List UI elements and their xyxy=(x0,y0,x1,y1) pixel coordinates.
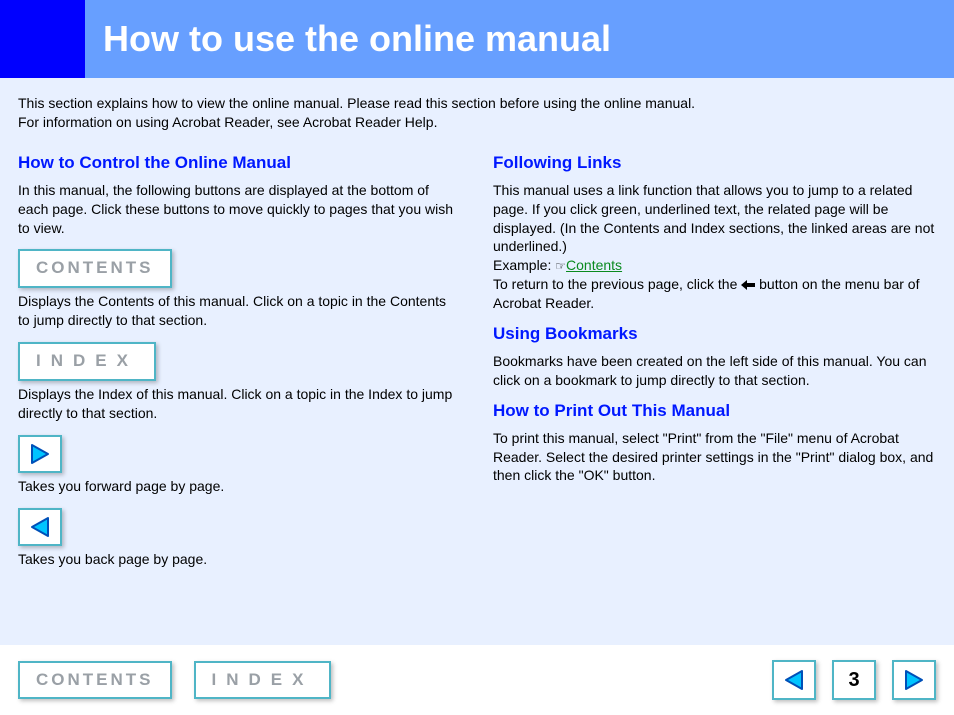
forward-demo-desc: Takes you forward page by page. xyxy=(18,477,461,496)
forward-demo-button[interactable] xyxy=(18,435,62,473)
page-title: How to use the online manual xyxy=(85,18,611,60)
links-example-line: Example: ☞Contents xyxy=(493,256,936,275)
links-return-line: To return to the previous page, click th… xyxy=(493,275,936,313)
right-column: Following Links This manual uses a link … xyxy=(493,144,936,579)
bookmarks-para: Bookmarks have been created on the left … xyxy=(493,352,936,390)
return-prefix: To return to the previous page, click th… xyxy=(493,276,741,292)
section-heading-print: How to Print Out This Manual xyxy=(493,400,936,423)
example-prefix: Example: xyxy=(493,257,555,273)
page-number: 3 xyxy=(832,660,876,700)
back-arrow-icon xyxy=(782,668,806,692)
back-demo-desc: Takes you back page by page. xyxy=(18,550,461,569)
print-para: To print this manual, select "Print" fro… xyxy=(493,429,936,486)
footer-index-button[interactable]: INDEX xyxy=(194,661,332,699)
back-arrow-icon xyxy=(28,515,52,539)
footer-contents-button[interactable]: CONTENTS xyxy=(18,661,172,699)
header-logo-square xyxy=(0,0,85,78)
header-bar: How to use the online manual xyxy=(0,0,954,78)
contents-demo-desc: Displays the Contents of this manual. Cl… xyxy=(18,292,461,330)
control-intro-para: In this manual, the following buttons ar… xyxy=(18,181,461,238)
intro-line1: This section explains how to view the on… xyxy=(18,94,936,113)
index-demo-desc: Displays the Index of this manual. Click… xyxy=(18,385,461,423)
footer-back-button[interactable] xyxy=(772,660,816,700)
back-demo-button[interactable] xyxy=(18,508,62,546)
forward-arrow-icon xyxy=(28,442,52,466)
contents-example-link[interactable]: Contents xyxy=(566,257,622,273)
footer-bar: CONTENTS INDEX 3 xyxy=(0,645,954,715)
back-menu-icon xyxy=(741,276,759,292)
footer-forward-button[interactable] xyxy=(892,660,936,700)
content-area: This section explains how to view the on… xyxy=(0,78,954,645)
forward-arrow-icon xyxy=(902,668,926,692)
section-heading-control: How to Control the Online Manual xyxy=(18,152,461,175)
links-para-a: This manual uses a link function that al… xyxy=(493,181,936,257)
intro-block: This section explains how to view the on… xyxy=(18,94,936,132)
contents-demo-button[interactable]: CONTENTS xyxy=(18,249,172,288)
left-column: How to Control the Online Manual In this… xyxy=(18,144,461,579)
section-heading-links: Following Links xyxy=(493,152,936,175)
pointer-icon: ☞ xyxy=(555,259,566,273)
index-demo-button[interactable]: INDEX xyxy=(18,342,156,381)
section-heading-bookmarks: Using Bookmarks xyxy=(493,323,936,346)
intro-line2: For information on using Acrobat Reader,… xyxy=(18,113,936,132)
